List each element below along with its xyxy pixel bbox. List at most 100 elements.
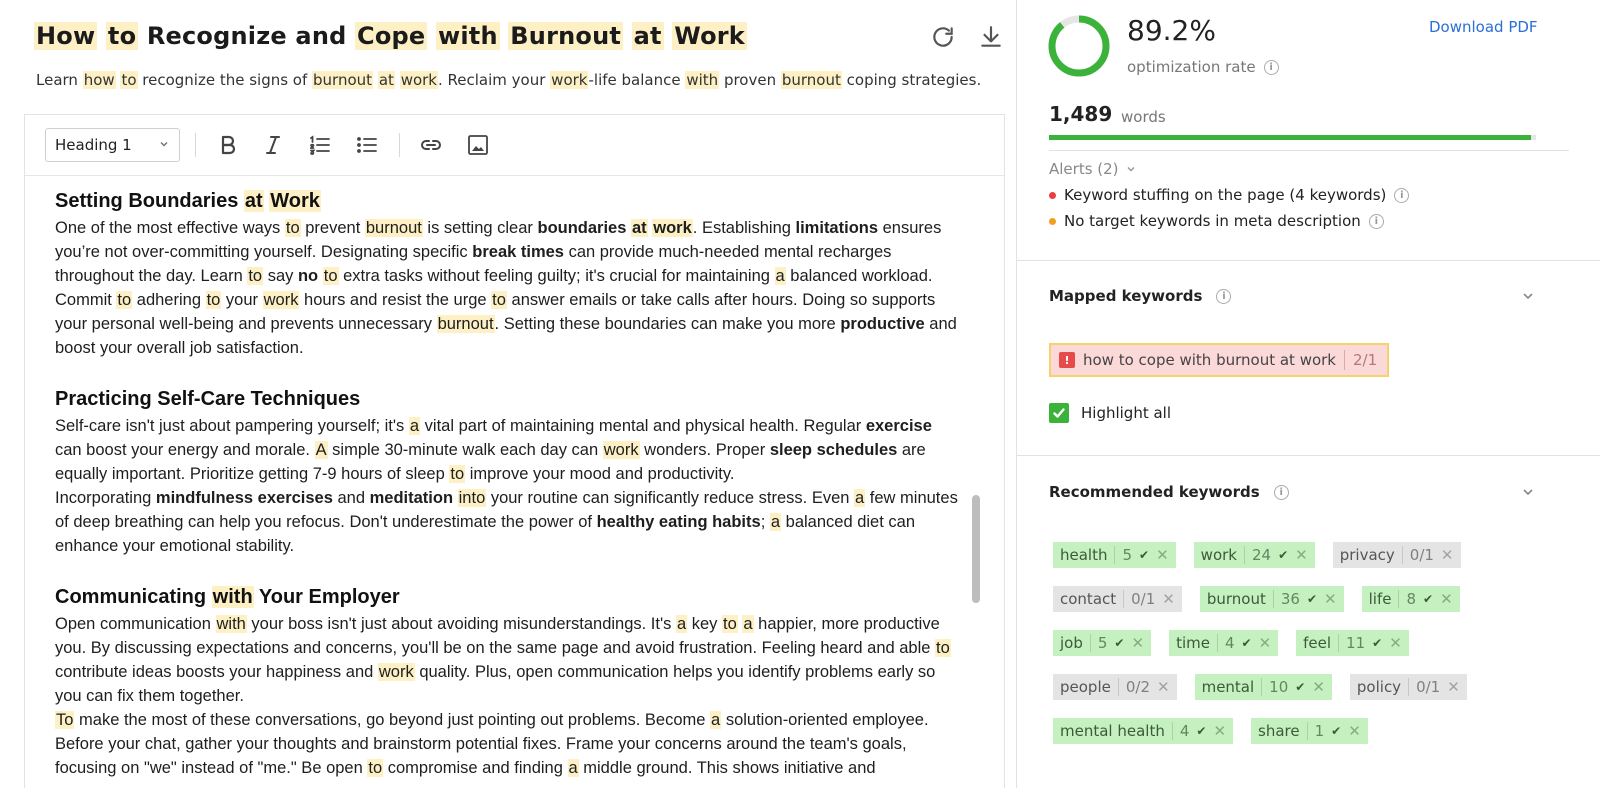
mapped-keywords-header[interactable]: Mapped keywords i xyxy=(1049,287,1232,305)
close-icon[interactable]: ✕ xyxy=(1213,722,1226,740)
info-icon[interactable]: i xyxy=(1273,484,1289,500)
keyword-chip[interactable]: people 0/2 ✕ xyxy=(1053,674,1177,700)
section-heading[interactable]: Setting Boundaries at Work xyxy=(55,188,960,214)
chevron-down-icon[interactable] xyxy=(1521,289,1535,303)
download-pdf-link[interactable]: Download PDF xyxy=(1429,18,1538,36)
italic-button[interactable] xyxy=(258,130,288,160)
text-run: Open communication xyxy=(55,615,216,633)
ordered-list-button[interactable] xyxy=(305,130,335,160)
chip-divider xyxy=(1123,590,1125,608)
text-run: boundaries xyxy=(537,219,631,237)
close-icon[interactable]: ✕ xyxy=(1131,634,1144,652)
editor-scrollbar[interactable] xyxy=(972,495,980,603)
refresh-icon[interactable] xyxy=(930,24,956,50)
close-icon[interactable]: ✕ xyxy=(1295,546,1308,564)
heading-level-select[interactable]: Heading 1 xyxy=(45,128,180,162)
checkmark-icon xyxy=(1049,403,1069,423)
keyword-chip[interactable]: mental 10 ✔ ✕ xyxy=(1194,674,1332,700)
bullet-list-icon xyxy=(357,137,377,153)
close-icon[interactable]: ✕ xyxy=(1447,678,1460,696)
keyword-chip[interactable]: burnout 36 ✔ ✕ xyxy=(1199,586,1344,612)
keyword-chip[interactable]: feel 11 ✔ ✕ xyxy=(1296,630,1409,656)
keyword-chip[interactable]: policy 0/1 ✕ xyxy=(1349,674,1467,700)
close-icon[interactable]: ✕ xyxy=(1162,590,1175,608)
editor-content[interactable]: Setting Boundaries at Work One of the mos… xyxy=(55,188,960,788)
keyword-chip[interactable]: share 1 ✔ ✕ xyxy=(1251,718,1368,744)
keyword-chip[interactable]: life 8 ✔ ✕ xyxy=(1361,586,1460,612)
keyword-chip[interactable]: job 5 ✔ ✕ xyxy=(1053,630,1152,656)
mapped-keyword-text: how to cope with burnout at work xyxy=(1083,351,1336,369)
chip-divider xyxy=(1089,634,1091,652)
text-run: exercise xyxy=(865,417,932,435)
check-icon: ✔ xyxy=(1331,724,1342,738)
text-run: contribute ideas boosts your happiness a… xyxy=(55,663,378,681)
check-icon: ✔ xyxy=(1278,548,1289,562)
check-icon: ✔ xyxy=(1114,636,1125,650)
keyword-chip[interactable]: health 5 ✔ ✕ xyxy=(1053,542,1176,568)
close-icon[interactable]: ✕ xyxy=(1312,678,1325,696)
info-icon[interactable]: i xyxy=(1263,59,1279,75)
word-count-bar xyxy=(1049,135,1536,140)
article-title[interactable]: How to Recognize and Cope with Burnout a… xyxy=(34,22,747,50)
paragraph[interactable]: Open communication with your boss isn't … xyxy=(55,612,960,708)
alert-dot-orange xyxy=(1049,217,1056,225)
section-heading[interactable]: Practicing Self-Care Techniques xyxy=(55,386,960,412)
chevron-down-icon[interactable] xyxy=(1521,485,1535,499)
text-run: and xyxy=(332,489,370,507)
chip-divider xyxy=(1171,722,1173,740)
check-icon: ✔ xyxy=(1372,636,1383,650)
image-button[interactable] xyxy=(463,130,493,160)
bold-button[interactable] xyxy=(213,130,243,160)
optimization-label: optimization rate xyxy=(1127,58,1256,76)
section-heading[interactable]: Communicating with Your Employer xyxy=(55,584,960,610)
keyword-chip[interactable]: mental health 4 ✔ ✕ xyxy=(1053,718,1234,744)
chip-divider xyxy=(1272,590,1274,608)
bullet-list-button[interactable] xyxy=(352,130,382,160)
paragraph[interactable]: Self-care isn't just about pampering you… xyxy=(55,414,960,486)
keyword-chip[interactable]: contact 0/1 ✕ xyxy=(1053,586,1182,612)
alerts-toggle[interactable]: Alerts (2) xyxy=(1049,160,1137,178)
highlight-all-label: Highlight all xyxy=(1081,404,1172,422)
close-icon[interactable]: ✕ xyxy=(1441,546,1454,564)
chip-divider xyxy=(1338,634,1340,652)
alert-text: Keyword stuffing on the page (4 keywords… xyxy=(1064,186,1387,204)
optimization-value: 89.2% xyxy=(1127,14,1216,47)
keyword-chip[interactable]: work 24 ✔ ✕ xyxy=(1193,542,1315,568)
close-icon[interactable]: ✕ xyxy=(1389,634,1402,652)
optimization-ring xyxy=(1048,15,1110,77)
close-icon[interactable]: ✕ xyxy=(1348,722,1361,740)
close-icon[interactable]: ✕ xyxy=(1259,634,1272,652)
keyword-row: people 0/2 ✕ mental 10 ✔ ✕ policy 0/1 ✕ xyxy=(1053,674,1467,700)
info-icon[interactable]: i xyxy=(1368,213,1384,229)
recommended-keywords-header[interactable]: Recommended keywords i xyxy=(1049,483,1289,501)
text-run: Learn xyxy=(36,71,83,89)
alert-dot-red xyxy=(1049,191,1056,199)
close-icon[interactable]: ✕ xyxy=(1324,590,1337,608)
keyword-name: contact xyxy=(1060,590,1117,608)
keyword-highlight: a xyxy=(774,267,786,285)
text-run: key xyxy=(687,615,723,633)
paragraph[interactable]: To make the most of these conversations,… xyxy=(55,708,960,780)
keyword-chip[interactable]: privacy 0/1 ✕ xyxy=(1332,542,1461,568)
paragraph[interactable]: Incorporating mindfulness exercises and … xyxy=(55,486,960,558)
paragraph[interactable]: One of the most effective ways to preven… xyxy=(55,216,960,360)
highlight-all-checkbox[interactable]: Highlight all xyxy=(1049,403,1171,423)
keyword-highlight: to xyxy=(491,291,507,309)
keyword-chip[interactable]: time 4 ✔ ✕ xyxy=(1169,630,1279,656)
text-run: your routine can significantly reduce st… xyxy=(486,489,855,507)
info-icon[interactable]: i xyxy=(1394,187,1410,203)
close-icon[interactable]: ✕ xyxy=(1157,678,1170,696)
info-icon[interactable]: i xyxy=(1216,288,1232,304)
ordered-list-icon xyxy=(310,135,330,155)
keyword-count: 4 xyxy=(1224,634,1235,652)
keyword-highlight: work xyxy=(262,291,300,309)
article-meta-description[interactable]: Learn how to recognize the signs of burn… xyxy=(36,71,981,89)
download-icon[interactable] xyxy=(978,24,1004,50)
mapped-keyword-chip[interactable]: ! how to cope with burnout at work 2/1 xyxy=(1049,343,1390,377)
keyword-count: 1 xyxy=(1314,722,1325,740)
link-button[interactable] xyxy=(416,130,446,160)
alert-text: No target keywords in meta description xyxy=(1064,212,1361,230)
close-icon[interactable]: ✕ xyxy=(1440,590,1453,608)
italic-icon xyxy=(266,136,280,154)
close-icon[interactable]: ✕ xyxy=(1156,546,1169,564)
